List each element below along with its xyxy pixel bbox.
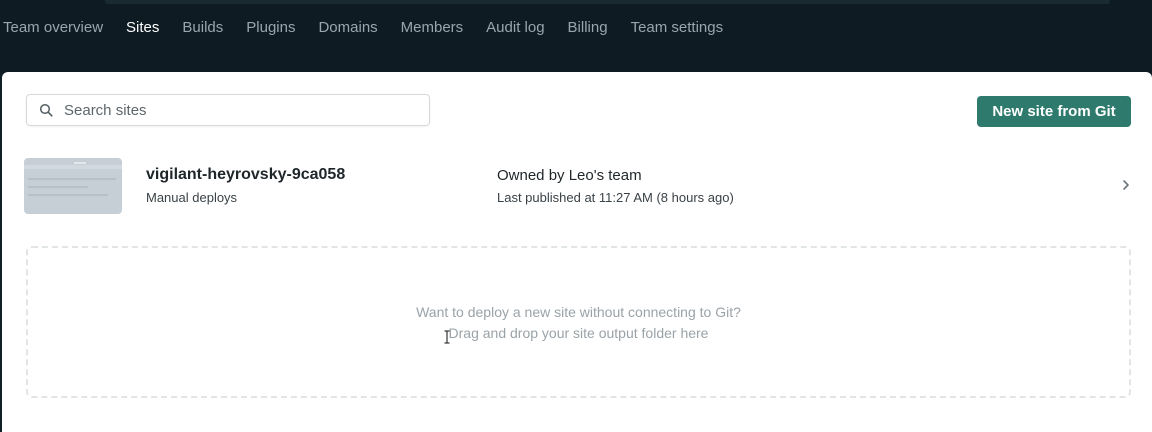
search-icon	[39, 103, 53, 117]
site-name[interactable]: vigilant-heyrovsky-9ca058	[146, 166, 345, 184]
tab-plugins[interactable]: Plugins	[234, 18, 306, 38]
tab-audit-log[interactable]: Audit log	[474, 18, 555, 38]
tab-team-settings[interactable]: Team settings	[619, 18, 735, 38]
team-tabs: Team overview Sites Builds Plugins Domai…	[3, 18, 734, 38]
drag-drop-zone[interactable]: Want to deploy a new site without connec…	[26, 246, 1131, 398]
chevron-right-icon	[1123, 180, 1129, 190]
text-cursor-icon	[444, 330, 450, 344]
tab-members[interactable]: Members	[389, 18, 475, 38]
tab-team-overview[interactable]: Team overview	[3, 18, 114, 38]
search-input[interactable]	[62, 100, 406, 120]
tab-builds[interactable]: Builds	[170, 18, 234, 38]
tab-billing[interactable]: Billing	[556, 18, 619, 38]
last-published: Last published at 11:27 AM (8 hours ago)	[497, 190, 734, 205]
nav-top-edge	[105, 0, 1110, 4]
search-box[interactable]	[26, 94, 430, 126]
sites-panel: New site from Git vigilant-heyrovsky-9ca…	[2, 72, 1152, 432]
top-navigation: Team overview Sites Builds Plugins Domai…	[0, 0, 1152, 72]
site-thumbnail	[24, 158, 122, 214]
dropzone-prompt: Want to deploy a new site without connec…	[416, 304, 741, 320]
new-site-from-git-button[interactable]: New site from Git	[977, 96, 1131, 127]
deploy-type: Manual deploys	[146, 190, 238, 205]
site-owner: Owned by Leo's team	[497, 167, 642, 184]
tab-sites[interactable]: Sites	[114, 18, 170, 38]
dropzone-instructions: Drag and drop your site output folder he…	[448, 325, 709, 341]
site-list-item[interactable]: vigilant-heyrovsky-9ca058 Manual deploys…	[24, 158, 1134, 216]
tab-domains[interactable]: Domains	[306, 18, 388, 38]
